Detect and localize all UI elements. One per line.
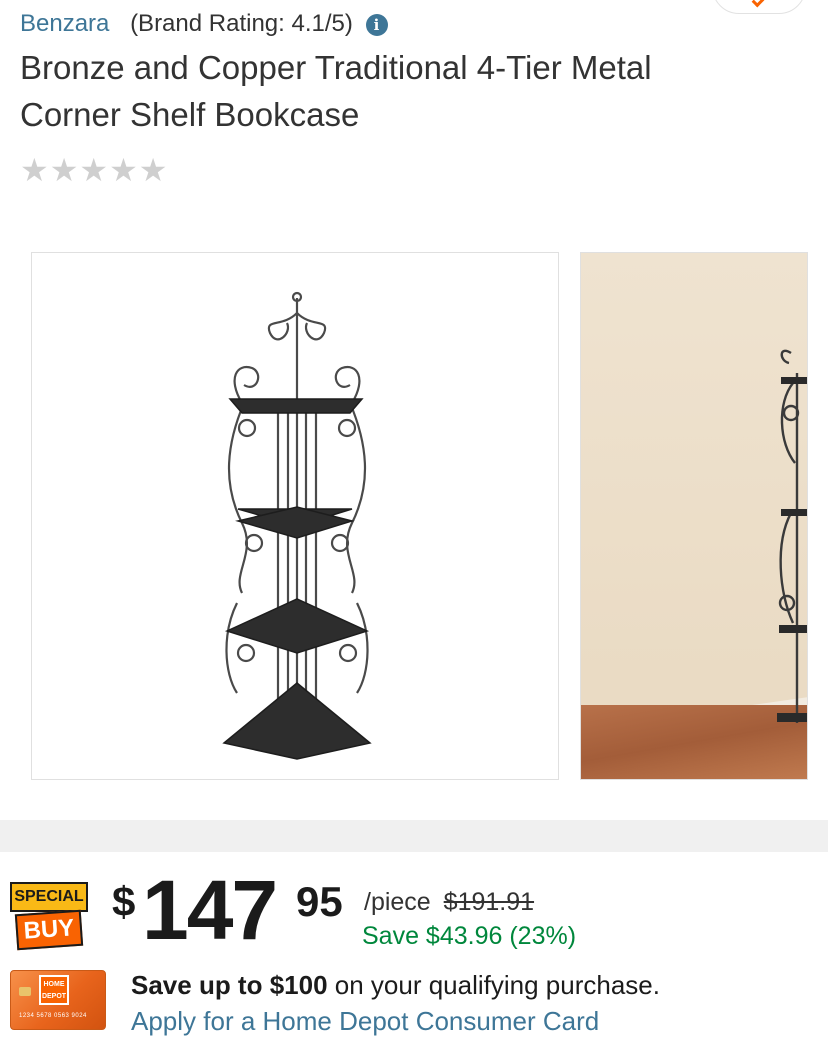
promo-rest: on your qualifying purchase. (327, 970, 660, 1000)
price-dollars: 147 (142, 863, 278, 957)
cart-button[interactable] (712, 0, 806, 14)
promo-highlight: Save up to $100 (131, 970, 328, 1000)
special-label: SPECIAL (10, 882, 88, 912)
star-icon: ★ (138, 151, 168, 189)
info-icon[interactable]: i (365, 14, 388, 36)
price-currency: $ (112, 878, 136, 925)
unit-and-was-price: /piece $191.91 (364, 888, 534, 917)
apply-card-link[interactable]: Apply for a Home Depot Consumer Card (131, 1006, 599, 1037)
brand-rating: (Brand Rating: 4.1/5) (130, 10, 353, 37)
rating-stars[interactable]: ★ ★ ★ ★ ★ (20, 150, 167, 190)
star-icon: ★ (49, 151, 79, 189)
section-divider (0, 820, 828, 852)
savings-text: Save $43.96 (23%) (362, 922, 577, 950)
corner-shelf-photo (777, 349, 807, 723)
product-image-room[interactable] (580, 252, 808, 780)
credit-card-image: HOME DEPOT 1234 5678 0563 9024 (10, 970, 106, 1030)
chevron-icon (751, 0, 765, 8)
was-price: $191.91 (443, 888, 535, 916)
buy-label: BUY (14, 909, 84, 951)
star-icon: ★ (79, 151, 109, 189)
corner-shelf-illustration (222, 291, 372, 760)
brand-line: Benzara (Brand Rating: 4.1/5) i (20, 9, 388, 39)
home-depot-logo-icon: HOME DEPOT (39, 975, 69, 1005)
star-icon: ★ (109, 151, 138, 189)
special-buy-badge: SPECIAL BUY (10, 882, 88, 954)
product-title: Bronze and Copper Traditional 4-Tier Met… (20, 49, 652, 133)
brand-link[interactable]: Benzara (20, 10, 109, 37)
star-icon: ★ (20, 151, 49, 189)
card-chip (19, 987, 31, 996)
product-image-main[interactable] (31, 252, 559, 780)
price-cents: 95 (296, 878, 343, 925)
promo-text: Save up to $100 on your qualifying purch… (131, 970, 660, 1001)
price-unit: /piece (364, 888, 431, 916)
card-number: 1234 5678 0563 9024 (19, 1013, 87, 1019)
